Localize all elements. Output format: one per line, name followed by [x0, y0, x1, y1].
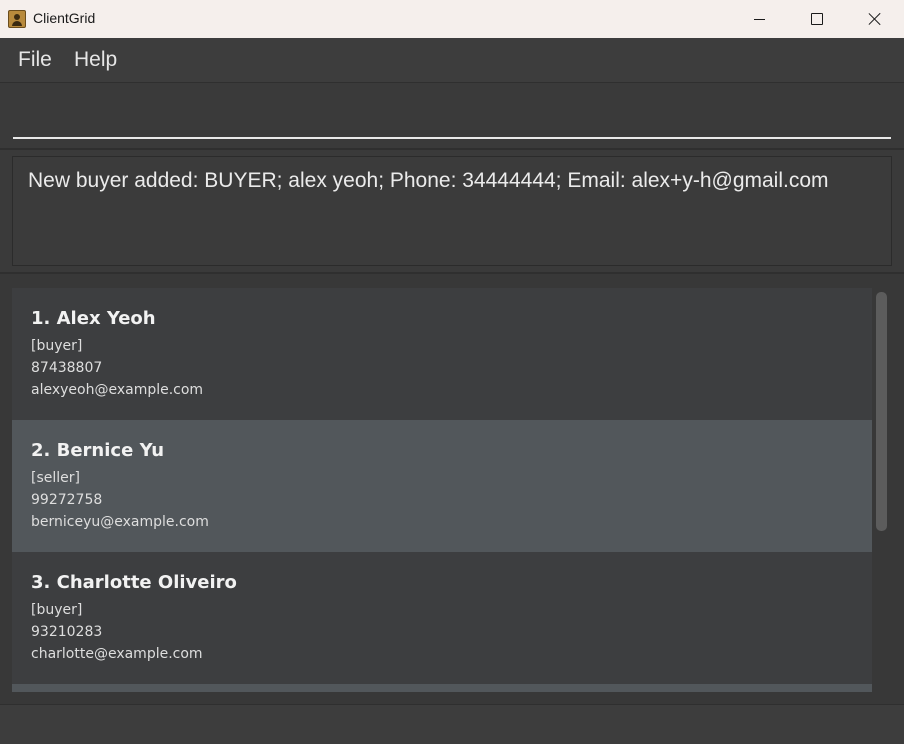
client-tag: [buyer]: [31, 602, 83, 618]
maximize-icon: [811, 13, 823, 25]
client-phone: 99272758: [31, 492, 103, 508]
client-list[interactable]: 1. Alex Yeoh [buyer] 87438807 alexyeoh@e…: [12, 288, 872, 692]
result-box: New buyer added: BUYER; alex yeoh; Phone…: [12, 156, 892, 266]
minimize-icon: [753, 18, 765, 20]
client-email: alexyeoh@example.com: [31, 382, 204, 398]
maximize-button[interactable]: [788, 0, 846, 38]
command-box: [0, 83, 904, 150]
menu-bar: File Help: [0, 38, 904, 83]
client-card-selected[interactable]: 2. Bernice Yu [seller] 99272758 bernicey…: [12, 420, 872, 552]
client-phone: 87438807: [31, 360, 103, 376]
client-list-panel: 1. Alex Yeoh [buyer] 87438807 alexyeoh@e…: [0, 274, 904, 704]
client-name: 3. Charlotte Oliveiro: [31, 572, 237, 593]
status-bar: [0, 704, 904, 744]
contact-card-icon: [8, 10, 26, 28]
client-name: 1. Alex Yeoh: [31, 308, 156, 329]
command-input[interactable]: [13, 95, 891, 139]
client-email: berniceyu@example.com: [31, 514, 209, 530]
menu-help[interactable]: Help: [74, 48, 117, 72]
next-client-card[interactable]: [12, 684, 872, 692]
scrollbar[interactable]: [874, 288, 890, 692]
result-display: New buyer added: BUYER; alex yeoh; Phone…: [0, 150, 904, 274]
app-title: ClientGrid: [33, 10, 96, 26]
close-icon: [868, 12, 882, 26]
client-tag: [buyer]: [31, 338, 83, 354]
client-card[interactable]: 3. Charlotte Oliveiro [buyer] 93210283 c…: [12, 552, 872, 684]
title-bar: ClientGrid: [0, 0, 904, 38]
scrollbar-thumb[interactable]: [876, 292, 887, 531]
minimize-button[interactable]: [730, 0, 788, 38]
client-tag: [seller]: [31, 470, 80, 486]
menu-file[interactable]: File: [18, 48, 52, 72]
client-name: 2. Bernice Yu: [31, 440, 165, 461]
close-button[interactable]: [846, 0, 904, 38]
client-card[interactable]: 1. Alex Yeoh [buyer] 87438807 alexyeoh@e…: [12, 288, 872, 420]
client-email: charlotte@example.com: [31, 646, 203, 662]
result-message: New buyer added: BUYER; alex yeoh; Phone…: [28, 169, 829, 192]
client-phone: 93210283: [31, 624, 103, 640]
